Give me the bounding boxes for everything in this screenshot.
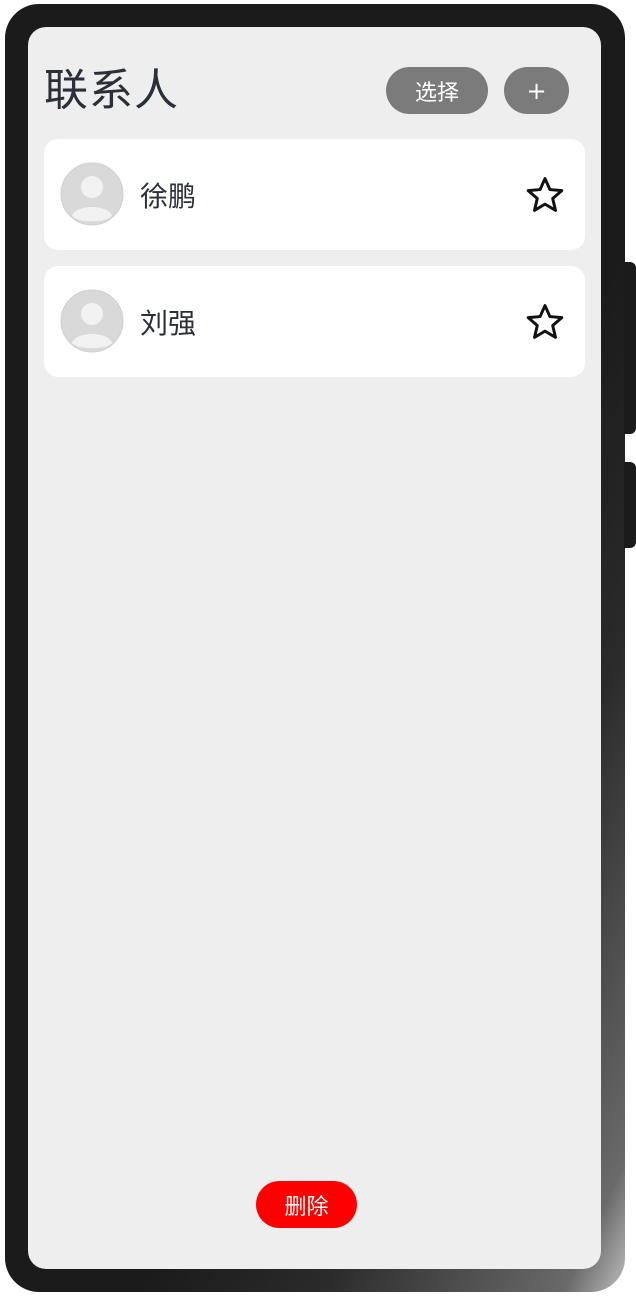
contact-name: 徐鹏	[140, 179, 197, 213]
person-avatar-icon	[60, 289, 124, 353]
contact-name: 刘强	[140, 306, 197, 340]
contact-list-item[interactable]: 徐鹏	[44, 139, 585, 250]
app-screen: 联系人 选择 + 徐鹏 刘强 删除	[28, 27, 601, 1269]
contact-list-item[interactable]: 刘强	[44, 266, 585, 377]
add-contact-button[interactable]: +	[504, 67, 569, 114]
select-button[interactable]: 选择	[386, 67, 488, 114]
power-button	[624, 462, 636, 548]
star-outline-icon[interactable]	[524, 174, 566, 216]
page-title: 联系人	[44, 65, 179, 116]
delete-button[interactable]: 删除	[256, 1181, 357, 1228]
volume-button	[624, 262, 636, 434]
star-outline-icon[interactable]	[524, 301, 566, 343]
person-avatar-icon	[60, 162, 124, 226]
